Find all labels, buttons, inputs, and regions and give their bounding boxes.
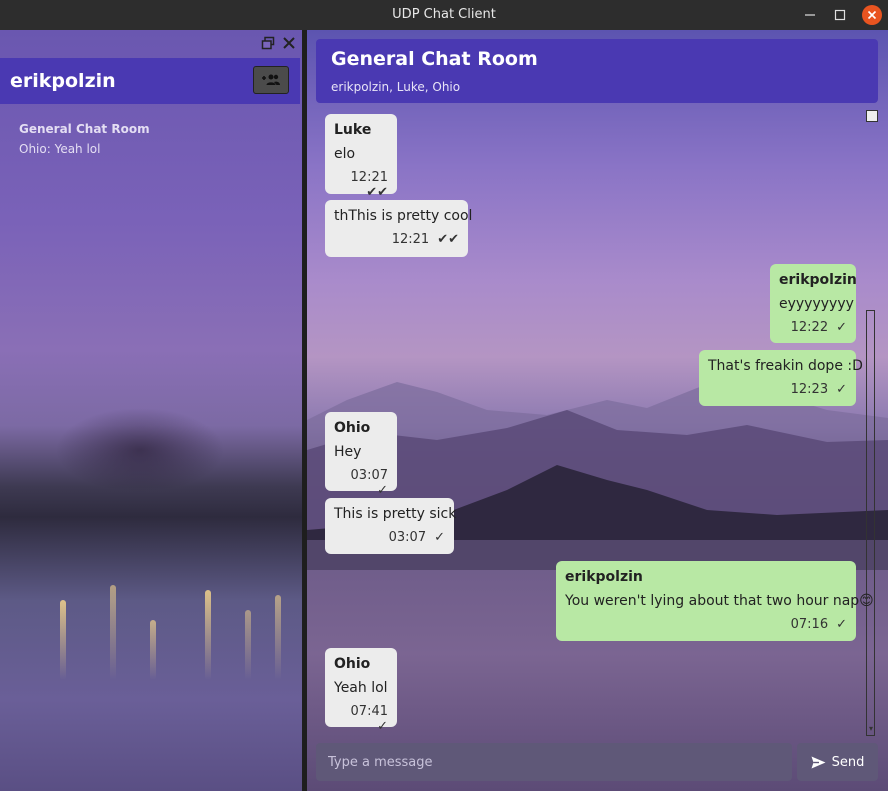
double-check-icon: ✔✔ [437, 232, 459, 247]
message-bubble: Ohio Yeah lol 07:41✓ [325, 648, 397, 734]
message-meta: 07:41✓ [334, 704, 388, 734]
sidebar-header: erikpolzin [0, 58, 300, 104]
check-icon: ✓ [836, 320, 847, 335]
scroll-down-arrow-icon[interactable]: ▾ [867, 724, 875, 734]
check-icon: ✓ [377, 483, 388, 498]
conversation-preview: Ohio: Yeah lol [19, 142, 101, 156]
check-icon: ✓ [377, 719, 388, 734]
message-bubble: That's freakin dope :D 12:23 ✓ [699, 350, 863, 406]
message-time: 12:23 [790, 382, 829, 397]
window-titlebar: UDP Chat Client [0, 0, 888, 30]
send-icon [811, 756, 826, 768]
restore-icon [261, 36, 275, 50]
close-icon [283, 37, 295, 49]
check-icon: ✓ [836, 382, 847, 397]
message-bubble: thThis is pretty cool 12:21 ✔✔ [325, 200, 473, 257]
message-time: 03:07 [350, 468, 388, 483]
message-sender: erikpolzin [565, 569, 643, 585]
message-meta: 03:07✓ [334, 468, 388, 498]
message-time: 07:41 [350, 704, 388, 719]
message-text: This is pretty sick [334, 506, 457, 522]
sidebar-close-button[interactable] [282, 35, 296, 49]
message-bubble: erikpolzin You weren't lying about that … [556, 561, 874, 641]
send-label: Send [831, 754, 865, 770]
minimize-icon [805, 14, 815, 16]
close-button[interactable] [860, 0, 884, 30]
message-sender: Ohio [334, 656, 371, 672]
minimize-button[interactable] [798, 0, 822, 30]
message-meta: 12:23 ✓ [708, 382, 847, 397]
close-icon [862, 5, 882, 25]
message-meta: 12:21✔✔ [334, 170, 388, 200]
message-time: 12:21 [391, 232, 430, 247]
message-text: That's freakin dope :D [708, 358, 863, 374]
message-text: eyyyyyyyy [779, 296, 854, 312]
message-text: elo [334, 146, 356, 162]
check-icon: ✓ [434, 530, 445, 545]
message-meta: 07:16 ✓ [565, 617, 847, 632]
message-time: 03:07 [388, 530, 427, 545]
message-input[interactable] [316, 743, 792, 781]
message-time: 07:16 [790, 617, 829, 632]
maximize-button[interactable] [828, 0, 852, 30]
message-text: You weren't lying about that two hour na… [565, 593, 874, 609]
check-icon: ✓ [836, 617, 847, 632]
room-members: erikpolzin, Luke, Ohio [331, 80, 461, 94]
message-text: Yeah lol [334, 680, 388, 696]
message-time: 12:22 [790, 320, 829, 335]
message-sender: Ohio [334, 420, 371, 436]
current-username: erikpolzin [10, 70, 116, 92]
message-bubble: This is pretty sick 03:07 ✓ [325, 498, 457, 554]
message-sender: Luke [334, 122, 372, 138]
send-button[interactable]: Send [797, 743, 878, 781]
double-check-icon: ✔✔ [366, 185, 388, 200]
messages-scrollbar[interactable] [866, 310, 875, 736]
sidebar-undock-button[interactable] [261, 35, 275, 50]
message-meta: 12:22 ✓ [779, 320, 847, 335]
room-title: General Chat Room [331, 48, 538, 70]
message-time: 12:21 [350, 170, 388, 185]
add-group-icon [262, 74, 280, 85]
window-title: UDP Chat Client [392, 7, 496, 22]
message-bubble: Luke elo 12:21✔✔ [325, 114, 397, 200]
chat-panel: General Chat Room erikpolzin, Luke, Ohio… [307, 30, 888, 791]
chat-header: General Chat Room erikpolzin, Luke, Ohio [316, 39, 878, 103]
conversation-item[interactable]: General Chat Room Ohio: Yeah lol [19, 122, 279, 156]
maximize-icon [834, 9, 846, 21]
water-reflection-decoration [0, 570, 302, 680]
message-composer [316, 743, 792, 781]
message-text: Hey [334, 444, 362, 460]
sidebar: erikpolzin General Chat Room Ohio: Yeah … [0, 30, 302, 791]
sidebar-dock-bar [0, 30, 302, 58]
add-group-button[interactable] [253, 66, 289, 94]
conversation-name: General Chat Room [19, 122, 150, 136]
message-bubble: Ohio Hey 03:07✓ [325, 412, 397, 498]
panel-toggle-checkbox[interactable] [866, 110, 878, 122]
message-meta: 03:07 ✓ [334, 530, 445, 545]
message-bubble: erikpolzin eyyyyyyyy 12:22 ✓ [770, 264, 857, 343]
message-sender: erikpolzin [779, 272, 857, 288]
message-meta: 12:21 ✔✔ [334, 232, 459, 247]
message-text: thThis is pretty cool [334, 208, 473, 224]
